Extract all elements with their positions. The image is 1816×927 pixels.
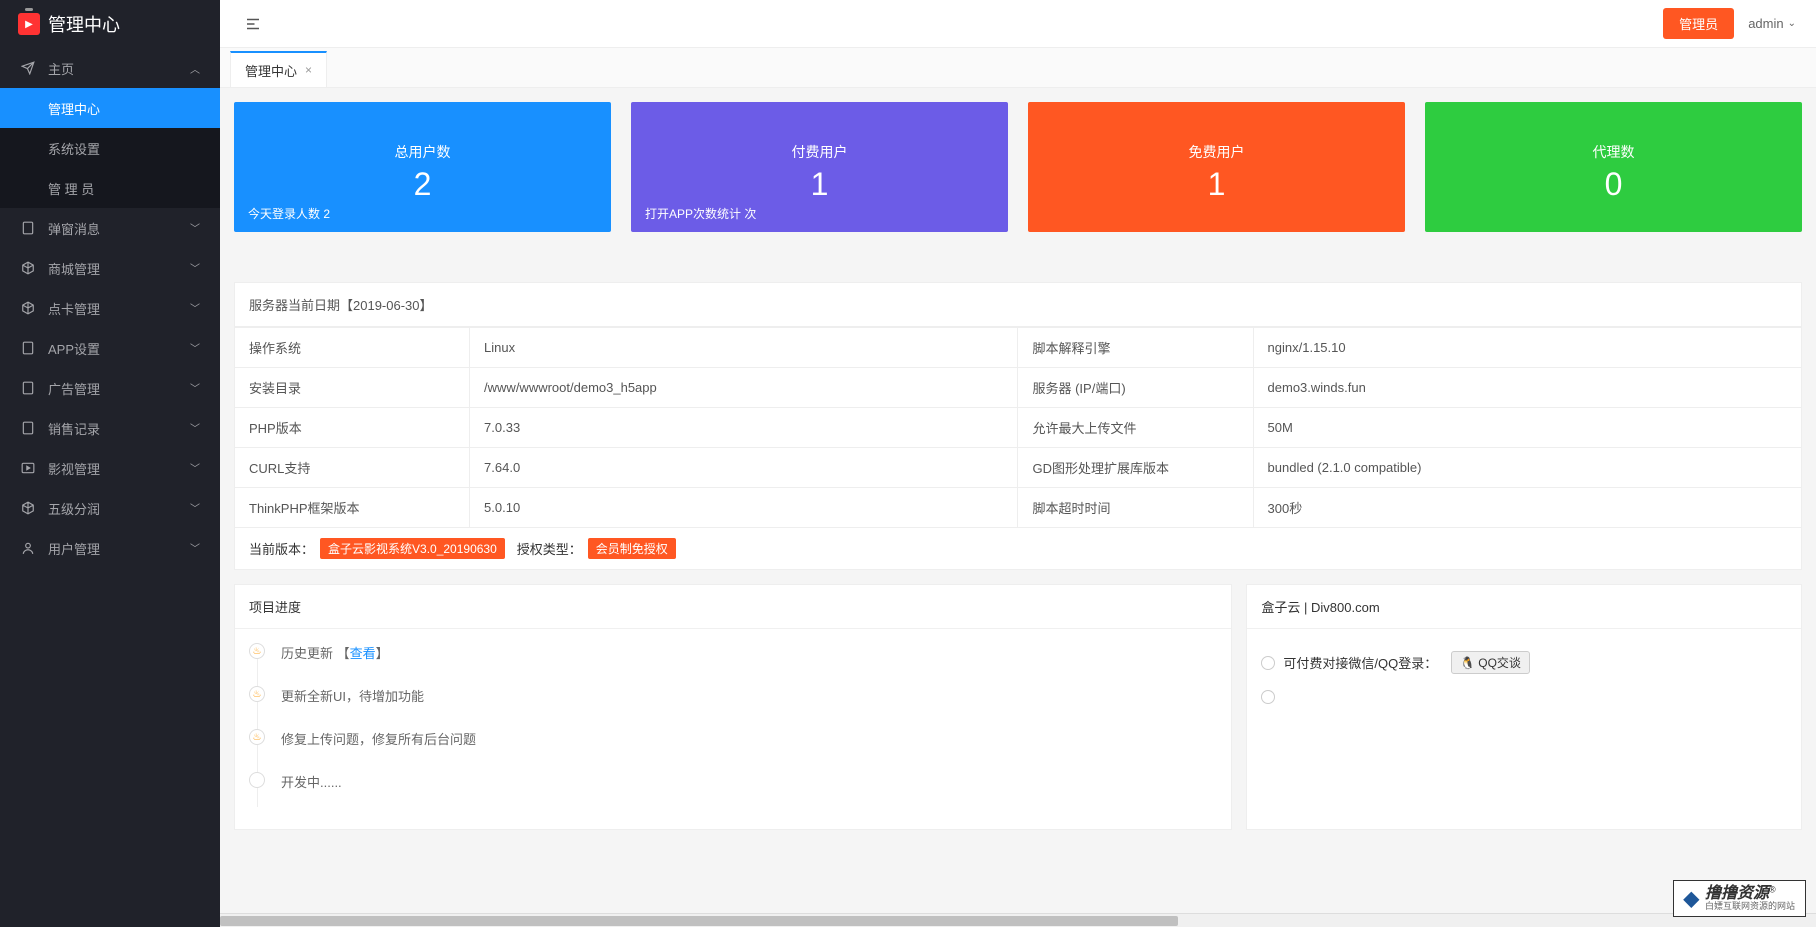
paper-plane-icon — [20, 60, 36, 76]
main: 管理员 admin ⌄ 管理中心 × 总用户数 2 今天登录人数 2 付费用户 … — [220, 0, 1816, 927]
table-row: 操作系统Linux脚本解释引擎nginx/1.15.10 — [235, 328, 1802, 368]
tablet-icon — [20, 380, 36, 396]
nav-sub-item-system[interactable]: 系统设置 — [0, 128, 220, 168]
chevron-down-icon: ︿ — [190, 381, 200, 396]
chevron-down-icon: ︿ — [190, 461, 200, 476]
stat-card-total-users: 总用户数 2 今天登录人数 2 — [234, 102, 611, 232]
timeline-item: ♨ 更新全新UI，待增加功能 — [249, 686, 1217, 729]
chevron-down-icon: ︿ — [190, 261, 200, 276]
timeline-item: ♨ 历史更新 【查看】 — [249, 643, 1217, 686]
stats-row: 总用户数 2 今天登录人数 2 付费用户 1 打开APP次数统计 次 免费用户 … — [234, 102, 1802, 232]
view-link[interactable]: 查看 — [350, 646, 376, 661]
table-row: ThinkPHP框架版本5.0.10脚本超时时间300秒 — [235, 488, 1802, 528]
tablet-icon — [20, 420, 36, 436]
horizontal-scrollbar[interactable] — [220, 913, 1816, 927]
progress-panel: 项目进度 ♨ 历史更新 【查看】 ♨ 更新全新UI，待增加功能 ♨ — [234, 584, 1232, 830]
circle-icon — [249, 772, 265, 788]
box-title: 盒子云 | Div800.com — [1247, 585, 1801, 629]
qq-button[interactable]: 🐧 QQ交谈 — [1451, 651, 1530, 674]
hamburger-toggle[interactable] — [240, 11, 266, 37]
stat-card-agents: 代理数 0 — [1425, 102, 1802, 232]
version-tag: 盒子云影视系统V3.0_20190630 — [320, 538, 505, 559]
cube-icon — [20, 500, 36, 516]
radio-icon[interactable] — [1261, 690, 1275, 704]
version-row: 当前版本： 盒子云影视系统V3.0_20190630 授权类型： 会员制免授权 — [234, 528, 1802, 570]
empty-row — [1261, 682, 1787, 712]
server-info-table: 操作系统Linux脚本解释引擎nginx/1.15.10 安装目录/www/ww… — [234, 327, 1802, 528]
nav-header-home[interactable]: 主页 ︿ — [0, 48, 220, 88]
fire-icon: ♨ — [249, 729, 265, 745]
topbar: 管理员 admin ⌄ — [220, 0, 1816, 48]
table-row: PHP版本7.0.33允许最大上传文件50M — [235, 408, 1802, 448]
close-icon[interactable]: × — [305, 63, 312, 77]
timeline: ♨ 历史更新 【查看】 ♨ 更新全新UI，待增加功能 ♨ 修复上传问题，修复所有… — [249, 643, 1217, 815]
cube-icon — [20, 260, 36, 276]
chevron-down-icon: ︿ — [190, 501, 200, 516]
nav-item-video[interactable]: 影视管理︿ — [0, 448, 220, 488]
logo-text: 管理中心 — [48, 11, 120, 37]
fire-icon: ♨ — [249, 643, 265, 659]
nav-item-home: 主页 ︿ 管理中心 系统设置 管 理 员 — [0, 48, 220, 208]
nav-sub-item-dashboard[interactable]: 管理中心 — [0, 88, 220, 128]
logo-icon — [18, 13, 40, 35]
scrollbar-thumb[interactable] — [220, 916, 1178, 926]
nav-item-ads[interactable]: 广告管理︿ — [0, 368, 220, 408]
nav-sub-item-admin[interactable]: 管 理 员 — [0, 168, 220, 208]
chevron-down-icon: ︿ — [190, 421, 200, 436]
nav-item-commission[interactable]: 五级分润︿ — [0, 488, 220, 528]
chevron-down-icon: ︿ — [190, 341, 200, 356]
watermark-icon: ◆ — [1684, 886, 1699, 911]
watermark: ◆ 撸撸资源® 白嫖互联网资源的网站 — [1673, 880, 1806, 917]
tablet-icon — [20, 220, 36, 236]
table-row: 安装目录/www/wwwroot/demo3_h5app服务器 (IP/端口)d… — [235, 368, 1802, 408]
chevron-down-icon: ︿ — [190, 541, 200, 556]
cube-icon — [20, 300, 36, 316]
stat-card-free-users: 免费用户 1 — [1028, 102, 1405, 232]
tablet-icon — [20, 340, 36, 356]
tab-dashboard[interactable]: 管理中心 × — [230, 51, 327, 87]
user-icon — [20, 540, 36, 556]
nav-item-mall[interactable]: 商城管理︿ — [0, 248, 220, 288]
fire-icon: ♨ — [249, 686, 265, 702]
user-menu[interactable]: admin ⌄ — [1748, 16, 1796, 31]
nav-item-sales[interactable]: 销售记录︿ — [0, 408, 220, 448]
logo: 管理中心 — [0, 0, 220, 48]
stat-card-paid-users: 付费用户 1 打开APP次数统计 次 — [631, 102, 1008, 232]
server-date-header: 服务器当前日期【2019-06-30】 — [234, 282, 1802, 327]
radio-icon[interactable] — [1261, 656, 1275, 670]
sidebar: 管理中心 主页 ︿ 管理中心 系统设置 管 理 员 弹窗消息︿ 商城管理︿ 点卡… — [0, 0, 220, 927]
content: 总用户数 2 今天登录人数 2 付费用户 1 打开APP次数统计 次 免费用户 … — [220, 88, 1816, 913]
nav-item-popup[interactable]: 弹窗消息︿ — [0, 208, 220, 248]
chevron-up-icon: ︿ — [190, 61, 200, 76]
chevron-down-icon: ︿ — [190, 221, 200, 236]
nav-item-card[interactable]: 点卡管理︿ — [0, 288, 220, 328]
nav-item-users[interactable]: 用户管理︿ — [0, 528, 220, 568]
box-panel: 盒子云 | Div800.com 可付费对接微信/QQ登录： 🐧 QQ交谈 — [1246, 584, 1802, 830]
progress-title: 项目进度 — [235, 585, 1231, 629]
play-icon — [20, 460, 36, 476]
qq-icon: 🐧 — [1460, 656, 1474, 670]
timeline-item: 开发中...... — [249, 772, 1217, 815]
table-row: CURL支持7.64.0GD图形处理扩展库版本bundled (2.1.0 co… — [235, 448, 1802, 488]
chevron-down-icon: ⌄ — [1788, 18, 1796, 29]
timeline-item: ♨ 修复上传问题，修复所有后台问题 — [249, 729, 1217, 772]
tabs: 管理中心 × — [220, 48, 1816, 88]
chevron-down-icon: ︿ — [190, 301, 200, 316]
auth-tag: 会员制免授权 — [588, 538, 676, 559]
contact-row: 可付费对接微信/QQ登录： 🐧 QQ交谈 — [1261, 643, 1787, 682]
nav: 主页 ︿ 管理中心 系统设置 管 理 员 弹窗消息︿ 商城管理︿ 点卡管理︿ A… — [0, 48, 220, 568]
nav-home-label: 主页 — [48, 59, 74, 78]
nav-sub-home: 管理中心 系统设置 管 理 员 — [0, 88, 220, 208]
nav-item-app[interactable]: APP设置︿ — [0, 328, 220, 368]
admin-role-button[interactable]: 管理员 — [1663, 8, 1734, 39]
bottom-row: 项目进度 ♨ 历史更新 【查看】 ♨ 更新全新UI，待增加功能 ♨ — [234, 584, 1802, 830]
